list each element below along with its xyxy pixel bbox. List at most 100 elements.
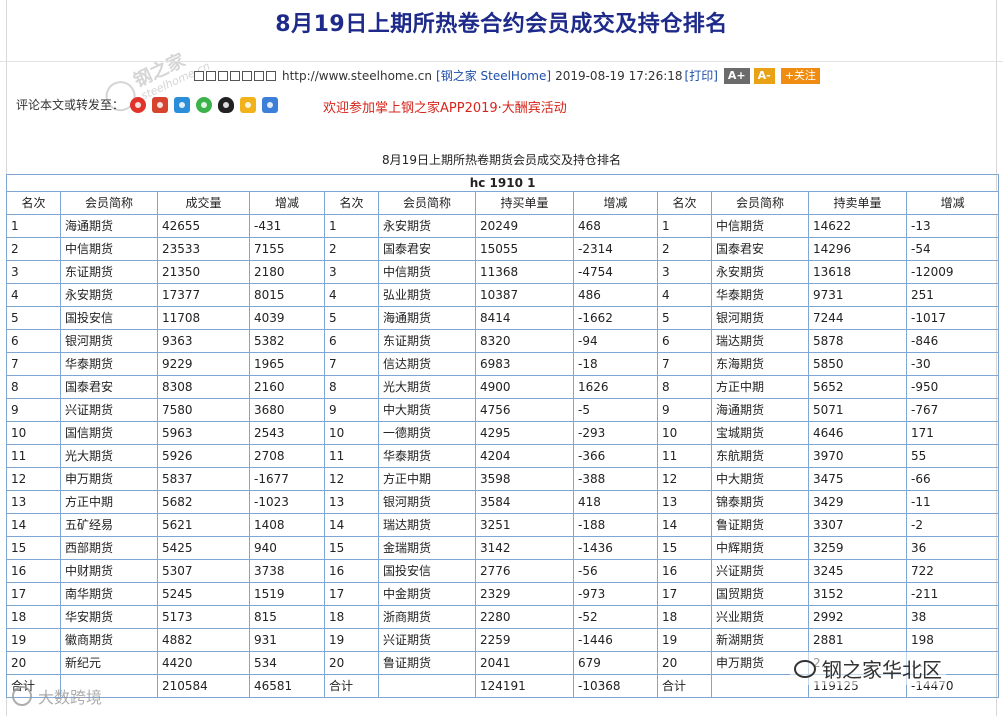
table-cell: 5 [324,306,379,330]
table-cell: 4 [657,283,712,307]
table-cell: 7155 [249,237,325,261]
total-cell: 合计 [657,674,712,698]
table-cell: 锦泰期货 [711,490,809,514]
table-cell: 679 [573,651,658,675]
table-cell: 5963 [157,421,250,445]
weibo-icon[interactable] [130,96,147,113]
table-cell: 国投安信 [60,306,158,330]
table-cell: 815 [249,605,325,629]
table-cell: -1677 [249,467,325,491]
table-cell: 13 [324,490,379,514]
table-cell: 5878 [808,329,907,353]
column-header: 会员简称 [378,191,476,215]
font-larger-button[interactable]: A+ [723,67,750,84]
table-cell: 银河期货 [378,490,476,514]
table-cell: 永安期货 [60,283,158,307]
table-cell: 3429 [808,490,907,514]
table-cell: 方正中期 [60,490,158,514]
print-link[interactable]: [打印] [685,67,718,84]
favorite-icon[interactable] [240,96,257,113]
table-cell: 10 [6,421,61,445]
table-cell: 20 [324,651,379,675]
table-row: 6 银河期货 9363 5382 6 东证期货 8320 -94 6 瑞达期货 5878 -846 [6,329,1000,353]
table-cell: 13 [6,490,61,514]
square-icon [206,70,216,81]
table-cell: 1 [657,214,712,238]
table-cell: 8414 [475,306,574,330]
total-cell: 124191 [475,674,574,698]
site-url[interactable]: http://www.steelhome.cn [282,69,432,83]
source-link[interactable]: [钢之家 SteelHome] [436,67,551,84]
table-cell: 国泰君安 [711,237,809,261]
column-header: 名次 [6,191,61,215]
table-cell: 瑞达期货 [711,329,809,353]
table-cell: 13 [657,490,712,514]
watermark-right: 钢之家华北区 [790,652,946,685]
table-cell: 新湖期货 [711,628,809,652]
table-cell: 20 [6,651,61,675]
table-cell: 3259 [808,536,907,560]
table-cell: 鲁证期货 [378,651,476,675]
table-cell: 9 [657,398,712,422]
table-cell: 4295 [475,421,574,445]
column-header: 增减 [905,191,1000,215]
table-cell: 光大期货 [60,444,158,468]
table-cell: 华泰期货 [711,283,809,307]
table-title: 8月19日上期所热卷期货会员成交及持仓排名 [382,153,621,167]
publish-datetime: 2019-08-19 17:26:18 [555,68,683,83]
table-cell: 15 [6,536,61,560]
follow-button[interactable]: +关注 [780,67,820,84]
table-cell: -13 [905,214,1000,238]
table-cell: 3680 [249,398,325,422]
sina-icon[interactable] [152,96,169,113]
table-cell: -388 [573,467,658,491]
table-cell: 海通期货 [378,306,476,330]
table-cell: 13618 [808,260,907,284]
table-cell: 中大期货 [711,467,809,491]
table-cell: 10387 [475,283,574,307]
table-cell: 18 [657,605,712,629]
table-cell: 兴业期货 [711,605,809,629]
table-cell: 兴证期货 [378,628,476,652]
table-cell: 永安期货 [378,214,476,238]
table-cell: 17377 [157,283,250,307]
table-row: 18 华安期货 5173 815 18 浙商期货 2280 -52 18 兴业期货 2992 38 [6,605,1000,629]
table-cell: 5850 [808,352,907,376]
table-cell: 浙商期货 [378,605,476,629]
qq-icon[interactable] [218,96,235,113]
table-cell: 20 [657,651,712,675]
table-cell: 14296 [808,237,907,261]
table-row: 11 光大期货 5926 2708 11 华泰期货 4204 -366 11 东航期货 3970 55 [6,444,1000,468]
table-cell: 468 [573,214,658,238]
table-cell: 7 [6,352,61,376]
table-cell: 华泰期货 [378,444,476,468]
wechat-icon[interactable] [196,96,213,113]
copyright-icon [12,686,32,706]
table-cell: 11368 [475,260,574,284]
table-row: 4 永安期货 17377 8015 4 弘业期货 10387 486 4 华泰期货 9731 251 [6,283,1000,307]
font-smaller-button[interactable]: A- [753,67,775,84]
table-row: 17 南华期货 5245 1519 17 中金期货 2329 -973 17 国贸期货 3152 -2… [6,582,1000,606]
table-cell: 8 [324,375,379,399]
table-cell: -1446 [573,628,658,652]
table-cell: 6 [6,329,61,353]
table-cell: 东证期货 [60,260,158,284]
table-cell: -66 [905,467,1000,491]
table-cell: 5 [657,306,712,330]
table-cell: 2160 [249,375,325,399]
table-cell: 信达期货 [378,352,476,376]
table-cell: 3152 [808,582,907,606]
table-cell: 2041 [475,651,574,675]
promo-link[interactable]: 欢迎参加掌上钢之家APP2019·大酬宾活动 [323,97,567,116]
plus-icon[interactable] [262,96,279,113]
table-cell: 5382 [249,329,325,353]
table-cell: 8 [6,375,61,399]
table-cell: 中大期货 [378,398,476,422]
table-cell: 3251 [475,513,574,537]
table-cell: -846 [905,329,1000,353]
table-cell: 4420 [157,651,250,675]
table-row: 5 国投安信 11708 4039 5 海通期货 8414 -1662 5 银河期货 7244 -10… [6,306,1000,330]
qzone-icon[interactable] [174,96,191,113]
table-cell: 8 [657,375,712,399]
table-cell: 1 [324,214,379,238]
